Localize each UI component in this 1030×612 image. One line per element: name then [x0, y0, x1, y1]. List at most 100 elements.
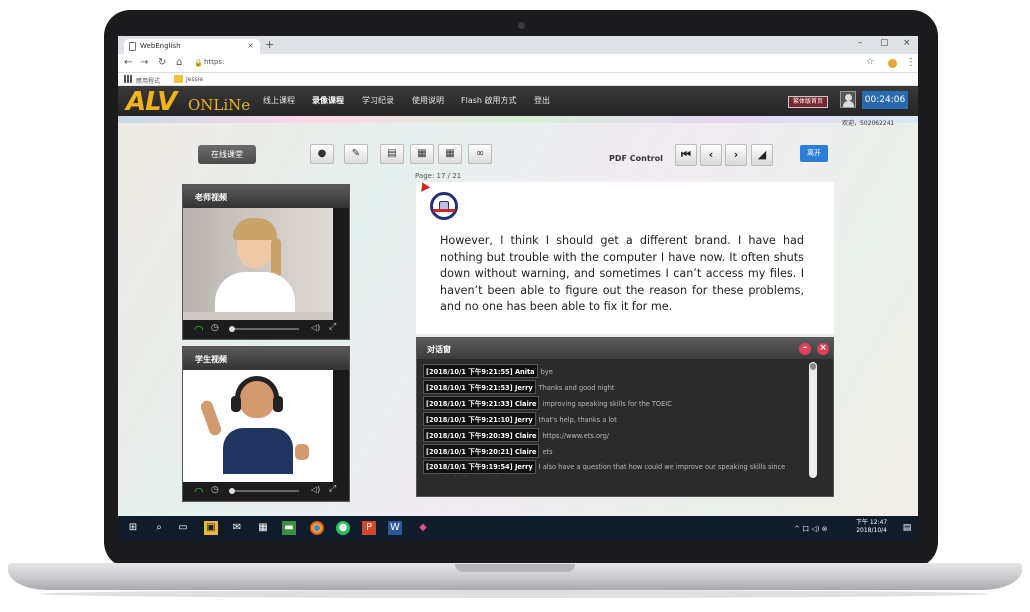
message-timestamp: [2018/10/1 下午9:20:39] Claire: [423, 428, 540, 442]
screen: WebEnglish × + – ▢ × ← → ↻ ⌂ 🔒 https: ☆ …: [118, 36, 918, 540]
menu-video-course[interactable]: 录像课程: [312, 95, 344, 106]
eraser-icon[interactable]: ◢: [751, 144, 773, 166]
pdf-paragraph: However, I think I should get a differen…: [440, 234, 804, 313]
line-icon[interactable]: ●: [336, 521, 350, 535]
laptop-shadow: [40, 590, 990, 598]
avatar[interactable]: [840, 91, 856, 108]
lock-icon: 🔒: [194, 59, 203, 67]
fullscreen-icon[interactable]: ⤢: [329, 484, 336, 494]
leave-button[interactable]: 离开: [800, 145, 828, 162]
student-video[interactable]: [183, 370, 349, 482]
back-icon[interactable]: ←: [124, 57, 132, 68]
search-icon[interactable]: ⌕: [152, 521, 166, 535]
timer-icon: ◷: [211, 485, 219, 495]
chrome-icon[interactable]: [310, 521, 324, 535]
fullscreen-icon[interactable]: ⤢: [329, 322, 336, 332]
menu-instructions[interactable]: 使用说明: [412, 95, 444, 106]
close-chat-icon[interactable]: ×: [817, 343, 829, 355]
first-page-icon[interactable]: ⏮: [675, 144, 697, 166]
menu-logout[interactable]: 登出: [534, 95, 550, 106]
reload-icon[interactable]: ↻: [158, 57, 166, 68]
minimize-chat-icon[interactable]: –: [799, 343, 811, 355]
chat-scrollbar[interactable]: [809, 362, 817, 478]
signal-icon: ◠: [194, 323, 204, 336]
address-bar-row: ← → ↻ ⌂ 🔒 https: ☆ ⋮: [118, 54, 918, 73]
mail-icon[interactable]: ✉: [230, 521, 244, 535]
tab-close-icon[interactable]: ×: [247, 41, 254, 50]
system-tray[interactable]: ^ 口 ◁) ⊗: [794, 524, 828, 534]
start-icon[interactable]: ⊞: [126, 521, 140, 535]
webcam: [518, 22, 525, 29]
message-text: improving speaking skills for the TOEIC: [542, 400, 672, 408]
teacher-video-title: 老师视频: [183, 185, 349, 208]
teacher-video[interactable]: [183, 208, 349, 320]
film-icon[interactable]: ▦: [410, 144, 434, 164]
volume-icon[interactable]: ◁): [311, 323, 320, 332]
student-video-controls: ◠ ◷ ◁) ⤢: [183, 482, 349, 500]
maximize-button[interactable]: ▢: [880, 38, 889, 48]
seek-bar[interactable]: [229, 328, 299, 330]
laptop-notch: [455, 564, 575, 572]
message-text: Thanks and good night: [538, 384, 615, 392]
chat-message: [2018/10/1 下午9:21:10] Jerry that's help, …: [423, 412, 807, 428]
word-icon[interactable]: W: [388, 521, 402, 535]
logo-online: ONLiNe: [188, 96, 251, 114]
browser-tab[interactable]: WebEnglish ×: [124, 39, 260, 54]
home-icon[interactable]: ⌂: [176, 57, 182, 68]
volume-icon[interactable]: ◁): [311, 485, 320, 494]
chat-message: [2018/10/1 下午9:20:21] Claire ets: [423, 444, 807, 460]
student-video-title: 学生视频: [183, 347, 349, 370]
prev-page-icon[interactable]: ‹: [700, 144, 722, 166]
notifications-icon[interactable]: ▤: [900, 521, 914, 535]
message-timestamp: [2018/10/1 下午9:21:53] Jerry: [423, 380, 536, 394]
menu-flash-setup[interactable]: Flash 啟用方式: [461, 95, 517, 106]
page-icon: [129, 42, 136, 51]
welcome-text: 欢迎，502062241: [842, 120, 895, 127]
page-indicator: Page: 17 / 21: [415, 172, 462, 180]
message-text: https://www.ets.org/: [542, 432, 609, 440]
teacher-video-panel: 老师视频 ◠ ◷ ◁) ⤢: [182, 184, 350, 340]
task-view-icon[interactable]: ▭: [176, 521, 190, 535]
chat-window: 对话窗 – × [2018/10/1 下午9:21:55] Anita bye […: [416, 337, 834, 497]
powerpoint-icon[interactable]: P: [362, 521, 376, 535]
message-timestamp: [2018/10/1 下午9:21:33] Claire: [423, 396, 540, 410]
bookmark-jessie[interactable]: Jessie: [186, 76, 203, 83]
minimize-button[interactable]: –: [858, 38, 863, 48]
chat-icon[interactable]: ●: [310, 144, 334, 164]
seek-bar[interactable]: [229, 490, 299, 492]
extension-icon[interactable]: [888, 59, 897, 68]
chat-message: [2018/10/1 下午9:21:53] Jerry Thanks and go…: [423, 380, 807, 396]
bookmark-apps[interactable]: 應用程式: [136, 76, 160, 85]
timer-icon: ◷: [211, 323, 219, 333]
online-classroom-button[interactable]: 在线课堂: [198, 145, 256, 164]
clock-time: 下午 12:47: [856, 519, 888, 526]
document-icon[interactable]: ▤: [380, 144, 404, 164]
new-tab-button[interactable]: +: [265, 38, 274, 51]
windows-taskbar: ⊞ ⌕ ▭ ▣ ✉ ▦ ▬ ● P W ◆ ^ 口 ◁) ⊗ 下午 12:47 …: [118, 516, 918, 540]
forward-icon[interactable]: →: [140, 57, 148, 68]
pen-icon[interactable]: ✎: [344, 144, 368, 164]
calendar-icon[interactable]: ▦: [256, 521, 270, 535]
taskbar-clock[interactable]: 下午 12:47 2018/10/4: [856, 519, 887, 535]
menu-learning-record[interactable]: 学习纪录: [362, 95, 394, 106]
seek-handle[interactable]: [229, 326, 235, 332]
url-field[interactable]: https:: [204, 58, 224, 66]
next-page-icon[interactable]: ›: [725, 144, 747, 166]
chat-scroll-thumb[interactable]: [810, 363, 816, 370]
chat-message: [2018/10/1 下午9:20:39] Claire https://www.…: [423, 428, 807, 444]
photos-icon[interactable]: ▬: [282, 521, 296, 535]
close-window-button[interactable]: ×: [903, 38, 911, 48]
more-menu-icon[interactable]: ⋮: [906, 57, 916, 68]
traditional-home-button[interactable]: 繁体版首页: [788, 96, 828, 108]
chat-message: [2018/10/1 下午9:21:33] Claire improving sp…: [423, 396, 807, 412]
message-timestamp: [2018/10/1 下午9:19:54] Jerry: [423, 460, 536, 474]
clock-date: 2018/10/4: [856, 527, 887, 534]
menu-online-course[interactable]: 线上课程: [263, 95, 295, 106]
seek-handle[interactable]: [229, 488, 235, 494]
browser-tab-bar: WebEnglish × + – ▢ ×: [118, 36, 918, 54]
link-icon[interactable]: ∞: [468, 144, 492, 164]
bookmark-star-icon[interactable]: ☆: [866, 57, 874, 67]
film-icon-2[interactable]: ▦: [438, 144, 462, 164]
maps-icon[interactable]: ◆: [416, 521, 430, 535]
store-icon[interactable]: ▣: [204, 521, 218, 535]
